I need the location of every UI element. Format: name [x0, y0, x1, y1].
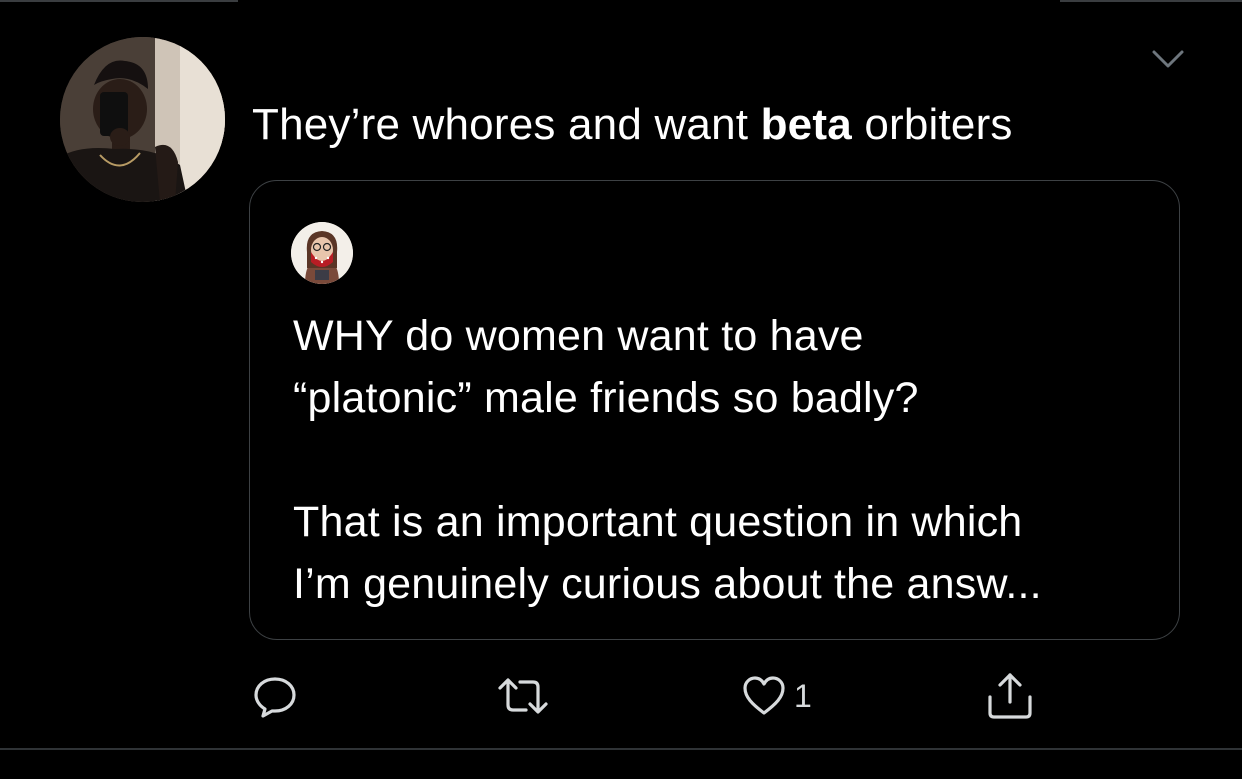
tweet-text-start: They’re whores and want [252, 100, 761, 149]
quoted-tweet-card[interactable]: WHY do women want to have “platonic” mal… [249, 180, 1180, 640]
author-avatar[interactable] [60, 37, 225, 202]
share-button[interactable] [984, 670, 1036, 722]
tweet-action-bar: 1 [0, 670, 1242, 730]
reply-icon [254, 677, 296, 718]
quoted-tweet-line: I’m genuinely curious about the answ... [293, 560, 1042, 608]
retweet-icon [498, 678, 548, 714]
bottom-divider [0, 748, 1242, 750]
top-divider-left [0, 0, 238, 2]
quoted-tweet-line: WHY do women want to have [293, 312, 864, 360]
tweet-text: They’re whores and want beta orbiters [252, 97, 1013, 153]
top-divider-right [1060, 0, 1242, 2]
retweet-button[interactable] [494, 670, 552, 722]
like-button[interactable]: 1 [740, 670, 812, 722]
quoted-author-avatar[interactable] [291, 222, 353, 284]
tweet-text-bold: beta [760, 100, 852, 149]
chevron-down-icon[interactable] [1150, 44, 1186, 72]
heart-icon [743, 676, 785, 715]
quoted-tweet-line: “platonic” male friends so badly? [293, 374, 919, 422]
share-icon [988, 673, 1032, 719]
quoted-tweet-line: That is an important question in which [293, 498, 1023, 546]
reply-button[interactable] [252, 670, 298, 722]
quoted-tweet-text: WHY do women want to have “platonic” mal… [293, 305, 1163, 615]
like-count: 1 [794, 678, 812, 714]
tweet-text-end: orbiters [851, 100, 1013, 149]
